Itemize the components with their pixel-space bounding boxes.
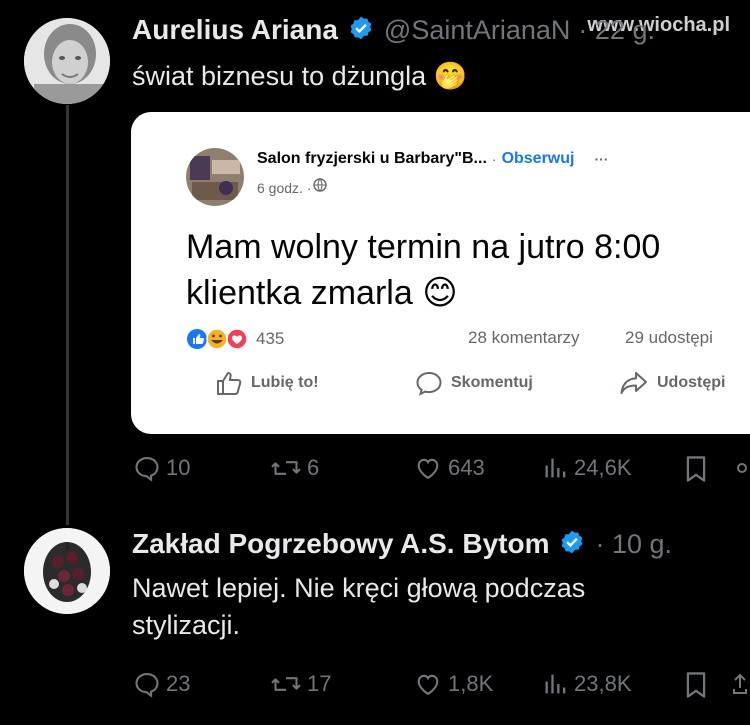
- comment-button[interactable]: Skomentuj: [415, 370, 533, 396]
- like-button[interactable]: 1,8K: [412, 670, 493, 698]
- repost-button[interactable]: 17: [269, 670, 331, 698]
- tweet-text: Nawet lepiej. Nie kręci głową podczas st…: [132, 573, 586, 640]
- share-icon: [733, 673, 747, 694]
- page-name[interactable]: Salon fryzjerski u Barbary"B...: [257, 150, 487, 168]
- globe-icon: [313, 178, 328, 197]
- share-button[interactable]: Udostępi: [619, 370, 725, 396]
- reply-button[interactable]: 10: [132, 454, 190, 482]
- views-count: 23,8K: [574, 671, 632, 696]
- quoted-post-card[interactable]: Salon fryzjerski u Barbary"B... · Obserw…: [131, 112, 750, 434]
- post-time[interactable]: 6 godz. ·: [257, 180, 311, 196]
- reaction-icons[interactable]: [186, 328, 248, 350]
- reply-count: 10: [166, 455, 191, 480]
- share-icon: [620, 372, 647, 394]
- page-avatar[interactable]: [186, 148, 244, 206]
- like-button[interactable]: 643: [412, 454, 485, 482]
- post-text: Mam wolny termin na jutro 8:00 klientka …: [186, 228, 661, 312]
- verified-badge-icon: [348, 15, 374, 46]
- separator: ·: [491, 151, 497, 167]
- views-icon: [545, 458, 566, 478]
- reply-button[interactable]: 23: [132, 670, 190, 698]
- thumbs-up-icon: [217, 372, 242, 395]
- views-button[interactable]: 23,8K: [542, 670, 632, 698]
- bookmark-button[interactable]: [682, 670, 714, 700]
- views-button[interactable]: 24,6K: [542, 454, 632, 482]
- timestamp[interactable]: · 22 g.: [578, 15, 655, 46]
- more-options-icon[interactable]: ···: [594, 151, 608, 167]
- repost-count: 6: [307, 455, 320, 480]
- reactions-count[interactable]: 435: [256, 329, 284, 349]
- bookmark-icon: [686, 672, 706, 698]
- bookmark-button[interactable]: [682, 454, 714, 484]
- tweet-actions: 10 6 643 24,6K: [132, 454, 750, 490]
- repost-icon: [271, 677, 301, 691]
- share-icon: [737, 463, 747, 473]
- timestamp[interactable]: · 10 g.: [595, 529, 672, 560]
- tweet-text: świat biznesu to dżungla 🤭: [132, 61, 468, 91]
- author-handle[interactable]: @SaintArianaN: [384, 15, 571, 46]
- comment-icon: [416, 371, 442, 396]
- share-button[interactable]: [732, 454, 750, 482]
- repost-button[interactable]: 6: [269, 454, 319, 482]
- follow-button[interactable]: Obserwuj: [502, 150, 575, 168]
- share-label: Udostępi: [657, 374, 726, 391]
- repost-count: 17: [307, 671, 332, 696]
- like-button[interactable]: Lubię to!: [215, 370, 319, 396]
- avatar[interactable]: [24, 18, 110, 104]
- reply-count: 23: [166, 671, 191, 696]
- views-icon: [545, 674, 566, 694]
- share-button[interactable]: [732, 670, 750, 698]
- like-count: 1,8K: [448, 671, 494, 696]
- author-name[interactable]: Zakład Pogrzebowy A.S. Bytom: [132, 528, 549, 560]
- author-name[interactable]: Aurelius Ariana: [132, 14, 338, 46]
- like-count: 643: [448, 455, 485, 480]
- reply-icon: [135, 457, 159, 482]
- heart-icon: [417, 458, 439, 480]
- like-label: Lubię to!: [251, 374, 319, 391]
- comment-label: Skomentuj: [451, 374, 533, 391]
- comments-count[interactable]: 28 komentarzy: [468, 328, 580, 348]
- bookmark-icon: [686, 456, 706, 482]
- thread-line: [66, 105, 69, 525]
- views-count: 24,6K: [574, 455, 632, 480]
- heart-icon: [417, 674, 439, 696]
- avatar[interactable]: [24, 528, 110, 614]
- verified-badge-icon: [559, 529, 585, 560]
- repost-icon: [271, 461, 301, 475]
- tweet-actions: 23 17 1,8K 23,8K: [132, 670, 750, 706]
- reply-icon: [135, 673, 159, 698]
- shares-count[interactable]: 29 udostępi: [625, 328, 713, 348]
